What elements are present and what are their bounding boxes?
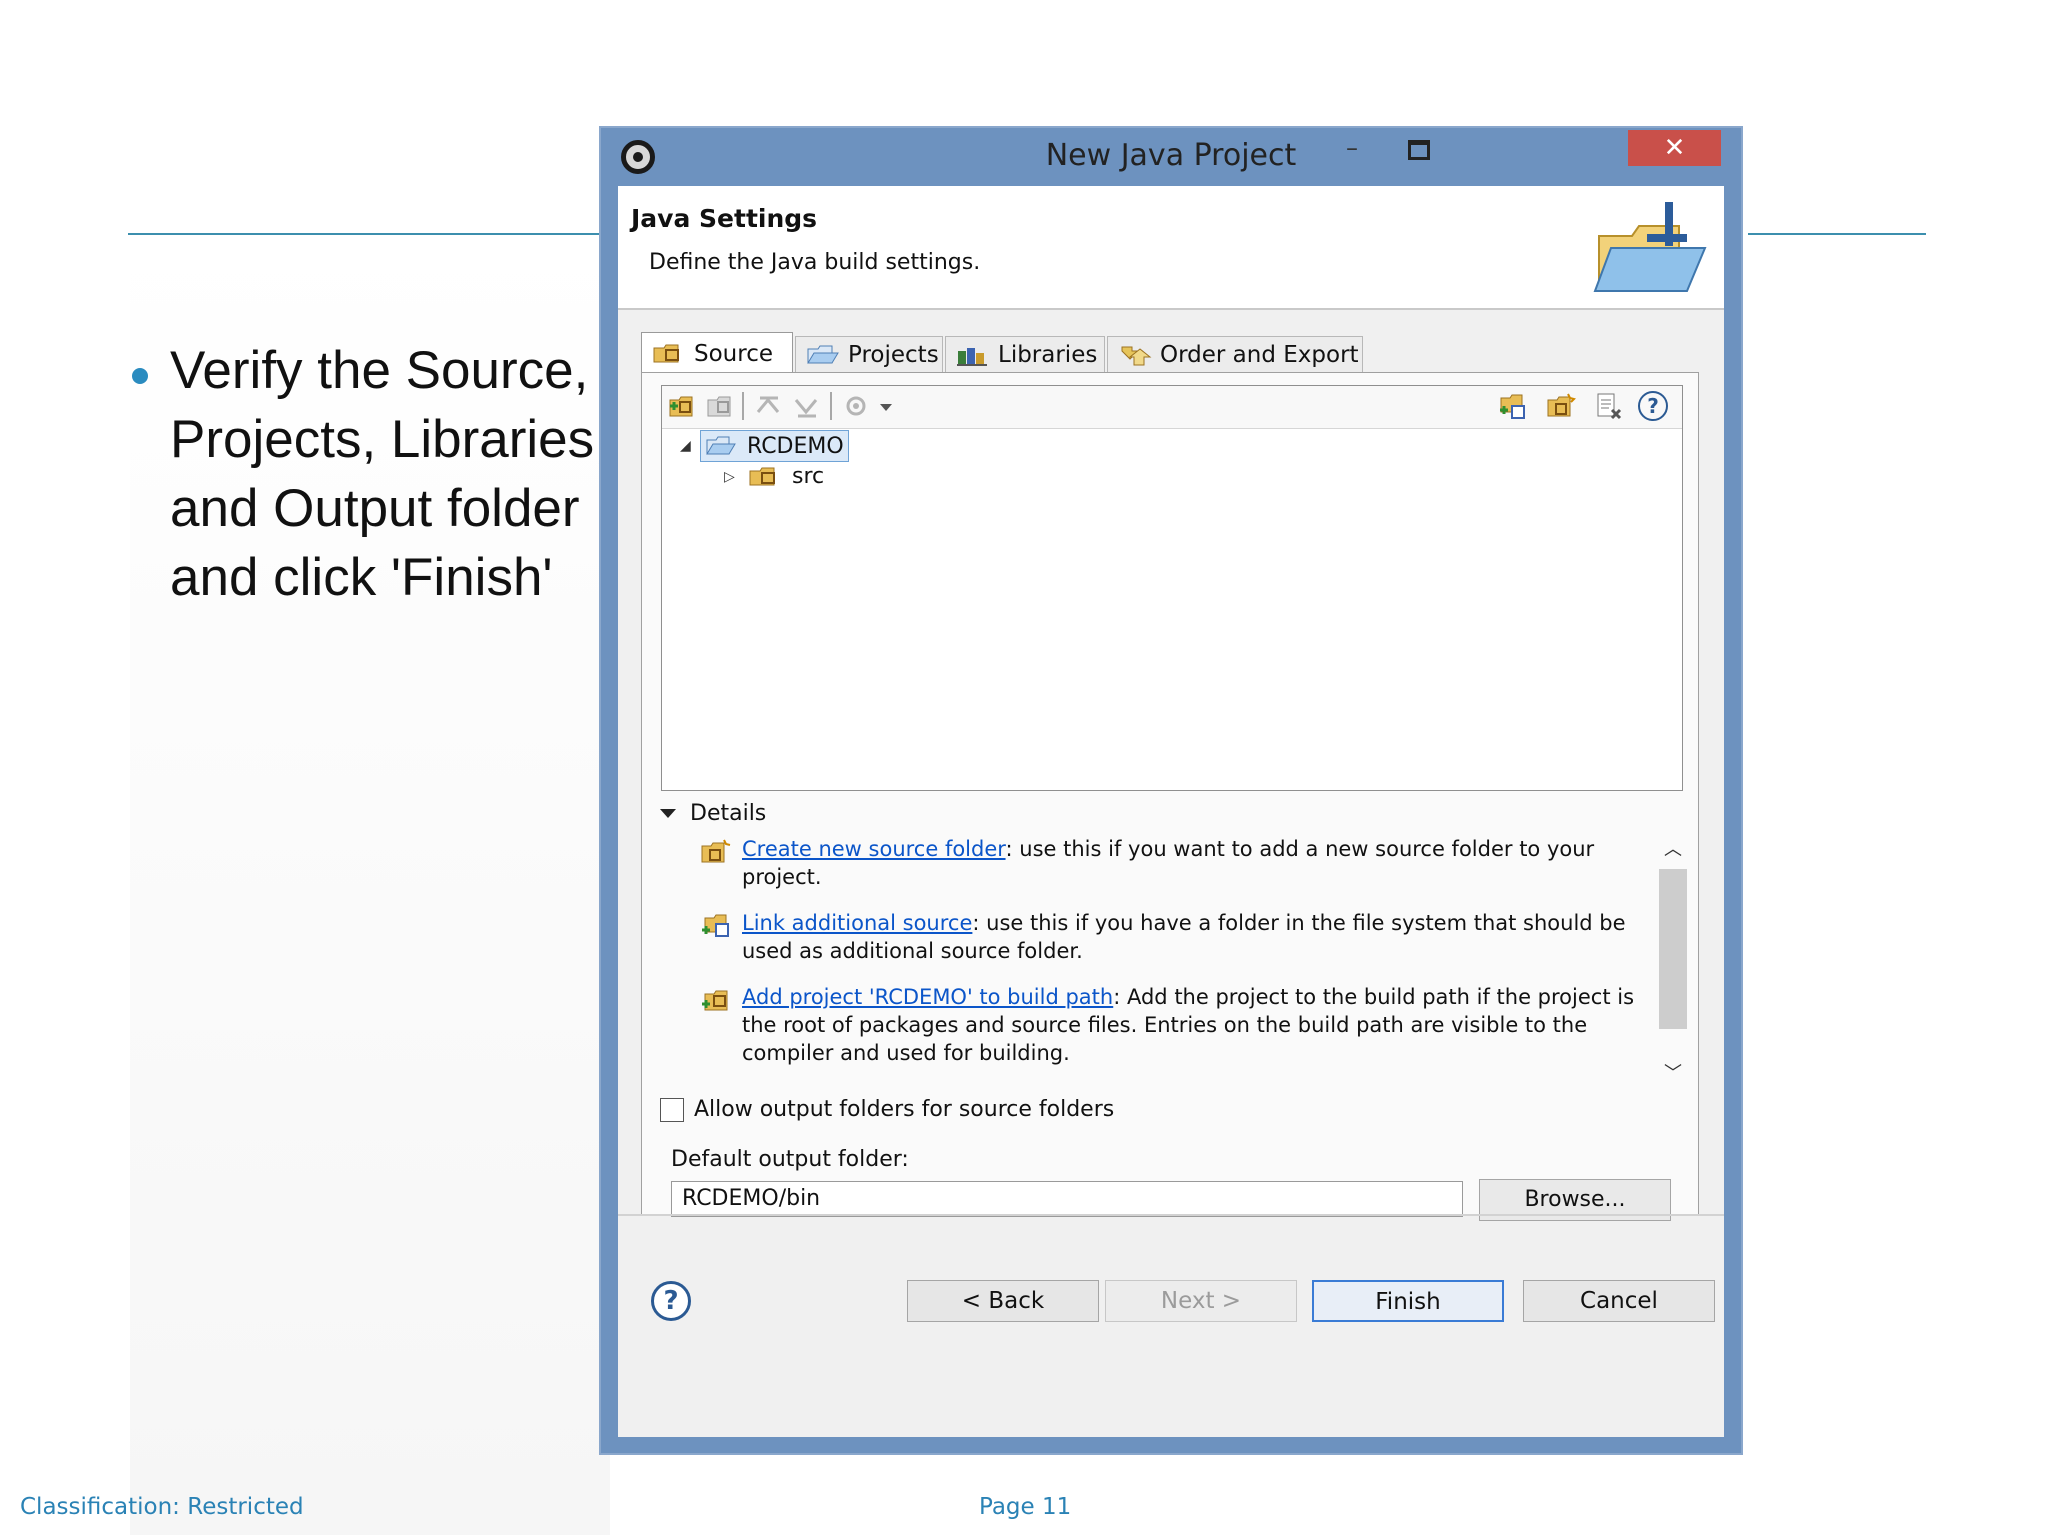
tab-label: Projects (848, 341, 939, 368)
remove-icon[interactable] (1594, 392, 1624, 420)
exclude-filter-icon[interactable] (792, 392, 822, 420)
bullet-line: Verify the Source, (170, 341, 589, 400)
wizard-header: Java Settings Define the Java build sett… (618, 186, 1724, 310)
tab-source[interactable]: Source (641, 332, 793, 374)
new-java-project-dialog: New Java Project – ✕ Java Settings Defin… (601, 128, 1741, 1453)
source-tab-panel: ? ◢ RCDEMO ▷ src Details Create new sour… (641, 372, 1699, 1221)
tree-node-project[interactable]: ◢ RCDEMO (680, 430, 849, 462)
bullet-line: and click 'Finish' (170, 548, 553, 607)
configure-icon[interactable] (842, 392, 872, 420)
tab-projects[interactable]: Projects (795, 336, 943, 372)
allow-output-folders-option[interactable]: Allow output folders for source folders (660, 1097, 1114, 1122)
toolbar-separator (830, 392, 832, 420)
scroll-up-arrow-icon[interactable]: ︿ (1657, 835, 1689, 861)
next-button[interactable]: Next > (1105, 1280, 1297, 1322)
slide-rule-right (1748, 233, 1926, 235)
detail-item: Create new source folder: use this if yo… (700, 835, 1640, 891)
collapsed-triangle-icon[interactable]: ▷ (724, 469, 744, 485)
java-folder-banner-icon (1593, 202, 1707, 292)
back-button[interactable]: < Back (907, 1280, 1099, 1322)
wizard-page-title: Java Settings (631, 204, 818, 233)
details-toggle[interactable]: Details (660, 801, 766, 826)
maximize-button[interactable] (1391, 130, 1441, 166)
help-icon[interactable]: ? (651, 1281, 691, 1321)
include-filter-icon[interactable] (754, 392, 784, 420)
project-name: RCDEMO (747, 433, 844, 459)
triangle-down-icon (660, 809, 676, 818)
slide-rule-left (128, 233, 602, 235)
add-source-folder-icon[interactable] (668, 392, 698, 420)
minimize-button[interactable]: – (1327, 130, 1377, 166)
add-project-icon (702, 990, 728, 1011)
tree-node-src[interactable]: ▷ src (724, 464, 824, 489)
allow-output-folders-label: Allow output folders for source folders (694, 1097, 1115, 1122)
scroll-down-arrow-icon[interactable]: ﹀ (1657, 1059, 1689, 1085)
cancel-button[interactable]: Cancel (1523, 1280, 1715, 1322)
source-tree-view[interactable]: ? ◢ RCDEMO ▷ src (661, 385, 1683, 791)
project-folder-icon (706, 436, 736, 455)
allow-output-folders-checkbox[interactable] (660, 1097, 684, 1122)
projects-folder-icon (807, 345, 839, 363)
remove-source-folder-icon[interactable] (706, 392, 736, 420)
tab-label: Source (694, 340, 773, 367)
tab-label: Order and Export (1160, 341, 1359, 368)
close-button[interactable]: ✕ (1628, 130, 1721, 166)
chevron-down-icon[interactable] (880, 404, 892, 411)
link-source-icon (702, 914, 729, 937)
default-output-folder-label: Default output folder: (671, 1147, 909, 1172)
finish-button[interactable]: Finish (1312, 1280, 1504, 1322)
add-project-to-build-path-link[interactable]: Add project 'RCDEMO' to build path (742, 985, 1113, 1009)
detail-item: Add project 'RCDEMO' to build path: Add … (700, 983, 1640, 1067)
package-folder-icon (749, 467, 775, 485)
detail-item: Link additional source: use this if you … (700, 909, 1640, 965)
slide-bullet: Verify the Source, Projects, Libraries, … (132, 336, 612, 612)
expanded-triangle-icon[interactable]: ◢ (680, 438, 700, 454)
button-bar-separator (618, 1214, 1724, 1216)
footer-classification: Classification: Restricted (20, 1494, 304, 1520)
tab-libraries[interactable]: Libraries (945, 336, 1105, 372)
dialog-title: New Java Project (1045, 138, 1297, 173)
scrollbar-thumb[interactable] (1659, 869, 1687, 1029)
new-source-folder-icon (701, 839, 731, 863)
default-output-folder-input[interactable]: RCDEMO/bin (671, 1181, 1463, 1217)
order-export-icon (1121, 346, 1152, 365)
create-source-folder-link[interactable]: Create new source folder (742, 837, 1006, 861)
details-scrollbar[interactable]: ︿ ﹀ (1657, 835, 1689, 1085)
wizard-page-description: Define the Java build settings. (649, 250, 981, 275)
title-bar[interactable]: New Java Project – ✕ (601, 128, 1741, 184)
libraries-icon (957, 347, 987, 366)
selected-node[interactable]: RCDEMO (700, 430, 849, 462)
details-content: Create new source folder: use this if yo… (700, 835, 1640, 1085)
bullet-line: and Output folder (170, 479, 580, 538)
footer-page-number: Page 11 (979, 1494, 1072, 1520)
dialog-client-area: Java Settings Define the Java build sett… (618, 186, 1724, 1437)
source-folder-icon (653, 344, 679, 362)
tab-order-and-export[interactable]: Order and Export (1107, 336, 1363, 372)
toolbar-separator (742, 392, 744, 420)
bullet-dot (132, 368, 148, 384)
link-source-icon[interactable] (1498, 392, 1528, 420)
bullet-line: Projects, Libraries, (170, 410, 609, 469)
help-icon[interactable]: ? (1638, 391, 1668, 421)
new-source-folder-icon[interactable] (1546, 392, 1576, 420)
details-heading: Details (690, 801, 767, 826)
tab-label: Libraries (998, 341, 1098, 368)
link-additional-source-link[interactable]: Link additional source (742, 911, 972, 935)
src-folder-label: src (792, 464, 825, 489)
tree-toolbar: ? (662, 386, 1682, 429)
